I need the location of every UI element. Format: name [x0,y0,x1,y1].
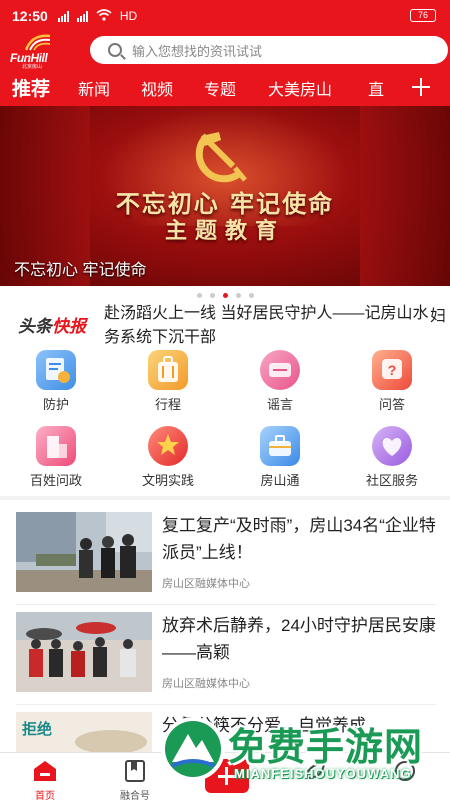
headline-badge: 头条快报 [18,312,86,337]
status-bar: 12:50 HD 76 [0,0,450,32]
home-icon [34,761,56,781]
quick-link-rumor[interactable]: 谣言 [240,350,320,416]
tab-fangshan[interactable]: 大美房山 [268,76,332,100]
banner-caption: 不忘初心 牢记使命 [14,262,147,279]
quick-link-label: 社区服务 [365,473,418,488]
quick-link-label: 百姓问政 [29,473,82,488]
pager-dot [235,293,241,298]
thumb-text: 拒绝 [22,720,52,738]
search-placeholder: 输入您想找的资讯试试 [132,43,263,59]
banner-pager [0,292,450,298]
tab-video[interactable]: 视频 [141,76,173,100]
pager-dot [209,293,215,298]
quick-link-civic[interactable]: 百姓问政 [16,426,96,492]
news-source: 房山区融媒体中心 [162,678,250,690]
heart-icon [372,426,412,466]
leaf-icon [305,761,326,780]
search-input[interactable]: 输入您想找的资讯试试 [90,36,448,64]
profile-icon [395,761,415,781]
wifi-icon [96,8,112,24]
pager-dot-active [222,293,228,298]
svg-text:?: ? [388,362,397,378]
briefcase-icon [260,426,300,466]
shield-doc-icon [36,350,76,390]
news-title: 分餐分筷不分爱，自觉养成 [162,716,366,735]
quick-link-protection[interactable]: 防护 [16,350,96,416]
quick-link-qa[interactable]: ? 问答 [352,350,432,416]
nav-label: 融合号 [120,791,150,800]
star-icon [148,426,188,466]
quick-link-itinerary[interactable]: 行程 [128,350,208,416]
headline-text[interactable]: 赴汤蹈火上一线 当好居民守护人——记房山水务系统下沉干部 [104,302,434,350]
news-thumbnail [16,612,152,692]
badge-part2: 快报 [52,317,86,336]
news-item[interactable]: 放弃术后静养，24小时守护居民安康——高颖 房山区融媒体中心 [16,612,436,710]
quick-link-label: 行程 [154,397,181,412]
quick-link-community[interactable]: 社区服务 [352,426,432,492]
divider [16,704,436,705]
badge-part1: 头条 [18,317,52,336]
rumor-icon [260,350,300,390]
news-title: 放弃术后静养，24小时守护居民安康——高颖 [162,616,436,662]
hammer-sickle-icon [195,132,247,183]
quick-link-label: 文明实践 [141,473,194,488]
signal-group: HD [57,8,138,24]
battery-icon: 76 [410,9,436,22]
quick-links-grid: 防护 行程 谣言 ? 问答 百姓问政 文明实践 房山通 社区服务 [0,348,450,496]
headline-next: 妇 [430,308,447,325]
question-icon: ? [372,350,412,390]
logo-mark-icon [24,34,51,51]
signal-icon [57,10,69,22]
network-type: HD [119,9,138,23]
hero-banner[interactable]: 不忘初心 牢记使命 主题教育 不忘初心 牢记使命 [0,106,450,286]
building-icon [36,426,76,466]
add-channel-icon[interactable] [412,78,430,96]
news-thumbnail [16,512,152,592]
tab-recommend[interactable]: 推荐 [12,74,50,101]
news-feed: 复工复产“及时雨”，房山34名“企业特派员”上线！ 房山区融媒体中心 放弃术后静… [0,500,450,756]
tab-topics[interactable]: 专题 [204,76,236,100]
quick-link-label: 谣言 [266,397,293,412]
nav-home[interactable]: 首页 [0,753,90,800]
news-title: 复工复产“及时雨”，房山34名“企业特派员”上线！ [162,516,436,562]
quick-link-fangshantong[interactable]: 房山通 [240,426,320,492]
nav-discover[interactable] [270,753,360,800]
luggage-icon [148,350,188,390]
signal-icon [76,10,88,22]
bookmark-icon [125,760,145,782]
divider [16,604,436,605]
logo-subtext: 北京房山 [22,64,43,70]
tabs-fade [386,70,404,106]
pager-dot [248,293,254,298]
search-icon [108,43,122,57]
nav-media-accounts[interactable]: 融合号 [90,753,180,800]
news-item[interactable]: 复工复产“及时雨”，房山34名“企业特派员”上线！ 房山区融媒体中心 [16,512,436,610]
quick-link-label: 问答 [378,397,405,412]
banner-slogan-line2: 主题教育 [164,218,285,244]
quick-link-civilization[interactable]: 文明实践 [128,426,208,492]
clock: 12:50 [12,8,48,24]
nav-label: 首页 [35,791,55,800]
quick-link-label: 房山通 [260,473,300,488]
quick-link-label: 防护 [42,397,69,412]
nav-profile[interactable] [360,753,450,800]
tab-live[interactable]: 直 [368,76,384,100]
news-source: 房山区融媒体中心 [162,578,250,590]
app-logo[interactable]: FunHill 北京房山 [8,32,68,70]
app-screen: 12:50 HD 76 FunHill 北京房山 输入您想找的资讯试试 推荐 新… [0,0,450,800]
publish-button[interactable] [205,759,249,793]
tab-news[interactable]: 新闻 [78,76,110,100]
news-thumbnail: 拒绝 [16,712,152,756]
bottom-nav: 首页 融合号 [0,752,450,800]
pager-dot [196,293,202,298]
channel-tabs: 推荐 新闻 视频 专题 大美房山 直 [0,70,450,106]
app-header: FunHill 北京房山 输入您想找的资讯试试 [0,32,450,70]
